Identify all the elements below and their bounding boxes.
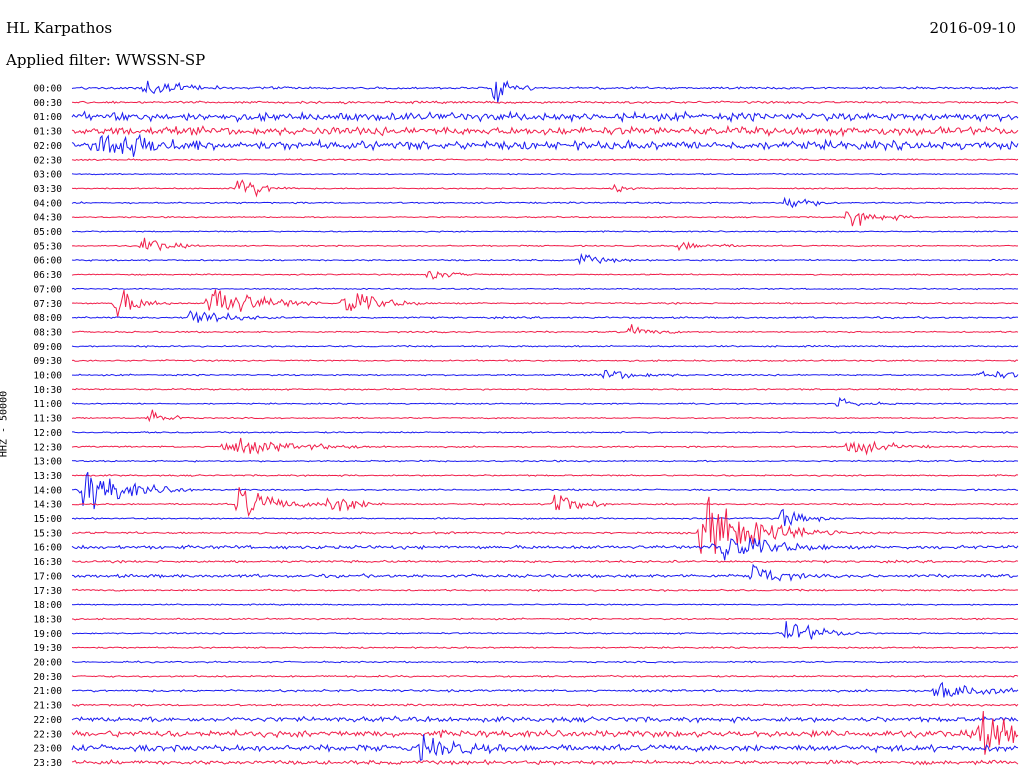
trace-row-1530	[71, 496, 1019, 554]
row-time-label: 21:00	[33, 686, 62, 697]
row-time-label: 13:00	[33, 457, 62, 468]
trace-row-1600	[71, 537, 1019, 561]
row-time-label: 16:00	[33, 543, 62, 554]
trace-row-2100	[71, 681, 1019, 698]
trace-row-1800	[71, 603, 1019, 606]
trace-row-0630	[71, 270, 1019, 280]
row-time-label: 04:30	[33, 213, 62, 224]
trace-row-0430	[71, 211, 1019, 227]
row-time-label: 20:00	[33, 658, 62, 669]
trace-row-0530	[71, 237, 1019, 252]
trace-row-1430	[72, 487, 1019, 517]
trace-row-0000	[71, 80, 1019, 103]
row-time-label: 08:30	[33, 327, 62, 338]
trace-row-1500	[71, 508, 1019, 527]
row-time-label: 13:30	[33, 471, 62, 482]
trace-row-0600	[71, 252, 1019, 266]
trace-row-1130	[71, 409, 1019, 423]
row-time-label: 11:00	[33, 399, 62, 410]
trace-row-2330	[71, 759, 1019, 766]
row-time-label: 04:00	[33, 198, 62, 209]
trace-row-1230	[71, 437, 1019, 456]
row-time-label: 16:30	[33, 557, 62, 568]
row-time-label: 15:30	[33, 528, 62, 539]
row-time-label: 22:30	[33, 729, 62, 740]
trace-row-1330	[72, 474, 1019, 478]
row-time-label: 06:30	[33, 270, 62, 281]
trace-row-0900	[71, 344, 1019, 348]
row-time-label: 18:00	[33, 600, 62, 611]
trace-row-0830	[71, 324, 1019, 335]
row-time-label: 19:30	[33, 643, 62, 654]
row-time-label: 09:30	[33, 356, 62, 367]
trace-row-0700	[71, 287, 1019, 291]
trace-row-1030	[71, 387, 1019, 391]
trace-row-2130	[71, 703, 1019, 707]
trace-row-0500	[71, 230, 1019, 233]
row-time-label: 23:30	[33, 758, 62, 769]
helicorder-plot: 00:00 00:30 01:00 01:30 02:00 02:30 03:00 03:30…	[33, 80, 1019, 769]
row-time-label: 00:30	[33, 98, 62, 109]
row-time-label: 01:30	[33, 127, 62, 138]
row-time-label: 14:30	[33, 500, 62, 511]
trace-row-0230	[71, 158, 1019, 162]
trace-row-1100	[71, 396, 1019, 407]
trace-row-1830	[71, 617, 1019, 621]
row-time-label: 06:00	[33, 256, 62, 267]
row-time-label: 18:30	[33, 614, 62, 625]
row-time-label: 21:30	[33, 701, 62, 712]
trace-row-0200	[71, 133, 1019, 157]
row-time-label: 15:00	[33, 514, 62, 525]
row-time-label: 09:00	[33, 342, 62, 353]
row-time-label: 17:00	[33, 571, 62, 582]
trace-row-0330	[71, 179, 1019, 198]
row-time-label: 17:30	[33, 586, 62, 597]
row-time-label: 07:30	[33, 299, 62, 310]
trace-row-2200	[71, 715, 1019, 724]
row-time-label: 02:30	[33, 155, 62, 166]
trace-row-1000	[72, 369, 1019, 380]
trace-row-2000	[71, 660, 1019, 664]
row-time-label: 19:00	[33, 629, 62, 640]
trace-row-2300	[71, 734, 1019, 761]
trace-row-1300	[71, 459, 1019, 463]
trace-row-1900	[71, 621, 1019, 640]
row-time-label: 10:30	[33, 385, 62, 396]
trace-row-1930	[71, 646, 1019, 650]
trace-row-0130	[71, 124, 1019, 138]
trace-row-2030	[71, 674, 1019, 678]
row-time-label: 12:30	[33, 442, 62, 453]
trace-row-0030	[71, 100, 1019, 105]
trace-row-0300	[71, 172, 1019, 176]
trace-row-1730	[71, 588, 1019, 593]
row-time-label: 12:00	[33, 428, 62, 439]
row-time-label: 11:30	[33, 414, 62, 425]
row-time-label: 03:00	[33, 170, 62, 181]
trace-row-1200	[72, 430, 1019, 434]
row-time-label: 20:30	[33, 672, 62, 683]
row-time-label: 07:00	[33, 284, 62, 295]
row-time-label: 05:30	[33, 241, 62, 252]
row-time-label: 03:30	[33, 184, 62, 195]
trace-row-0930	[71, 359, 1019, 363]
trace-row-0400	[71, 196, 1019, 209]
row-time-label: 14:00	[33, 485, 62, 496]
trace-row-0100	[71, 110, 1019, 123]
trace-row-1700	[71, 563, 1019, 582]
row-time-label: 10:00	[33, 371, 62, 382]
row-time-label: 23:00	[33, 744, 62, 755]
row-time-label: 08:00	[33, 313, 62, 324]
trace-row-0800	[72, 310, 1019, 323]
row-time-label: 02:00	[33, 141, 62, 152]
trace-row-1630	[71, 559, 1019, 564]
row-time-label: 05:00	[33, 227, 62, 238]
row-time-label: 22:00	[33, 715, 62, 726]
row-time-label: 01:00	[33, 112, 62, 123]
row-time-label: 00:00	[33, 84, 62, 95]
